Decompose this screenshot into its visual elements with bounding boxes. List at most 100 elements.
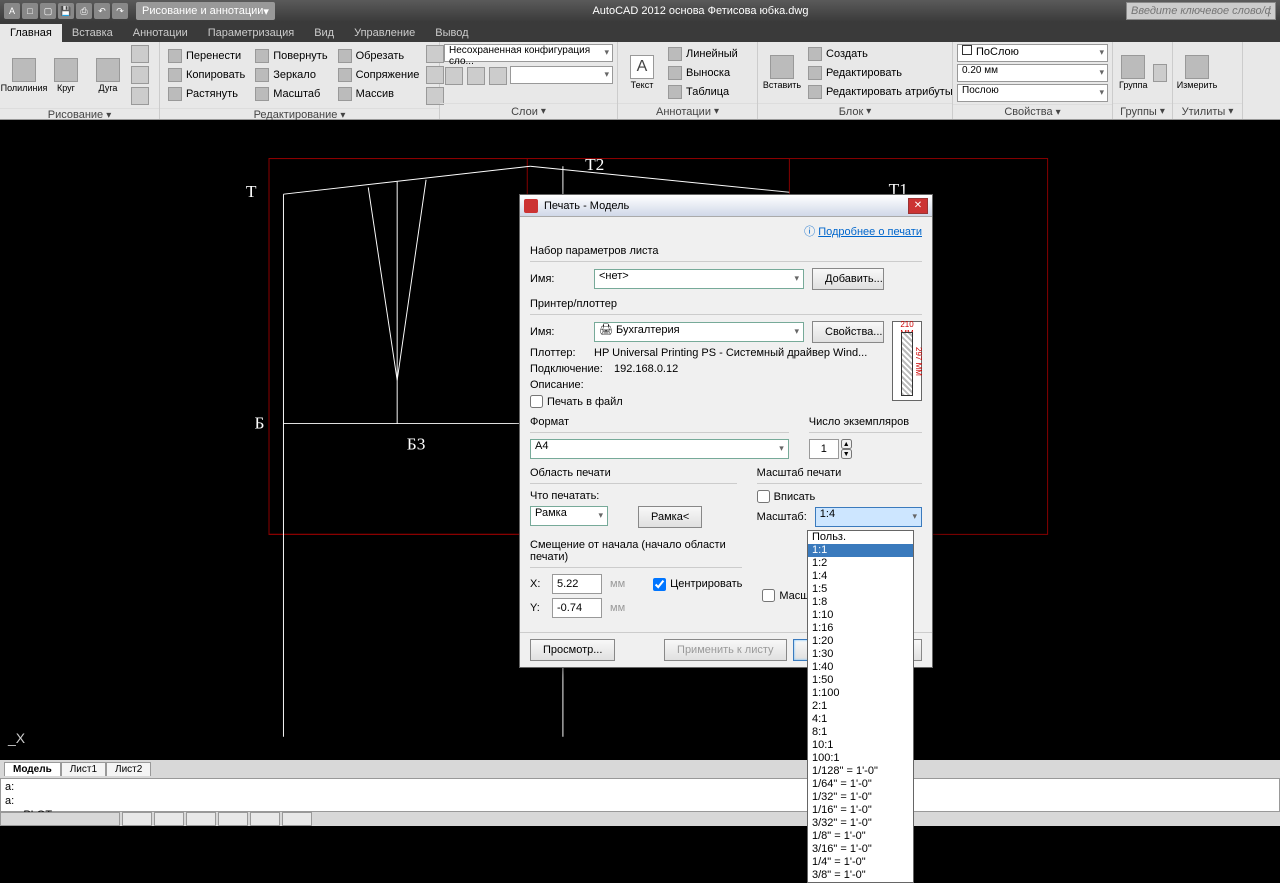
text-button[interactable]: AТекст <box>622 53 662 92</box>
scale-option[interactable]: 4:1 <box>808 713 913 726</box>
scale-option[interactable]: 100:1 <box>808 752 913 765</box>
copies-input[interactable] <box>809 439 839 459</box>
plot-area-combo[interactable]: Рамка <box>530 506 608 526</box>
scale-combo[interactable]: 1:4 <box>815 507 922 527</box>
fillet-button[interactable]: Сопряжение <box>334 66 424 84</box>
paper-format-combo[interactable]: A4 <box>530 439 789 459</box>
scale-option[interactable]: 8:1 <box>808 726 913 739</box>
layer-combo[interactable] <box>510 66 613 84</box>
y-offset-input[interactable] <box>552 598 602 618</box>
fit-checkbox[interactable]: Вписать <box>757 490 922 503</box>
status-toggle[interactable] <box>122 812 152 826</box>
copies-down-button[interactable]: ▼ <box>841 449 852 459</box>
tab-insert[interactable]: Вставка <box>62 24 123 42</box>
circle-button[interactable]: Круг <box>46 56 86 95</box>
group-button[interactable]: Группа <box>1117 53 1150 92</box>
status-toggle[interactable] <box>282 812 312 826</box>
layer-icon[interactable] <box>467 67 485 85</box>
scale-option[interactable]: 1:40 <box>808 661 913 674</box>
copies-up-button[interactable]: ▲ <box>841 439 852 449</box>
status-toggle[interactable] <box>218 812 248 826</box>
scale-option[interactable]: 1:5 <box>808 583 913 596</box>
tab-output[interactable]: Вывод <box>425 24 478 42</box>
preview-button[interactable]: Просмотр... <box>530 639 615 661</box>
stretch-button[interactable]: Растянуть <box>164 85 249 103</box>
rotate-button[interactable]: Повернуть <box>251 47 331 65</box>
tab-parametric[interactable]: Параметризация <box>198 24 304 42</box>
print-icon[interactable]: ⎙ <box>76 3 92 19</box>
scale-option[interactable]: 1:1 <box>808 544 913 557</box>
save-icon[interactable]: 💾 <box>58 3 74 19</box>
scale-dropdown-list[interactable]: Польз.1:11:21:41:51:81:101:161:201:301:4… <box>807 530 914 883</box>
color-combo[interactable]: ПоСлою <box>957 44 1108 62</box>
new-icon[interactable]: □ <box>22 3 38 19</box>
scale-option[interactable]: 1:4 <box>808 570 913 583</box>
center-checkbox[interactable]: Центрировать <box>653 578 742 591</box>
draw-tool-icon[interactable] <box>131 66 149 84</box>
tab-manage[interactable]: Управление <box>344 24 425 42</box>
table-button[interactable]: Таблица <box>664 83 742 101</box>
scale-option[interactable]: 3/16" = 1'-0" <box>808 843 913 856</box>
scale-option[interactable]: 10:1 <box>808 739 913 752</box>
undo-icon[interactable]: ↶ <box>94 3 110 19</box>
command-line[interactable]: а: а: а: _PLOT <box>0 778 1280 812</box>
scale-option[interactable]: 1:50 <box>808 674 913 687</box>
scale-button[interactable]: Масштаб <box>251 85 331 103</box>
scale-option[interactable]: 3/8" = 1'-0" <box>808 869 913 882</box>
block-edit-button[interactable]: Редактировать <box>804 64 957 82</box>
scale-option[interactable]: 1/128" = 1'-0" <box>808 765 913 778</box>
app-menu-icon[interactable]: A <box>4 3 20 19</box>
scale-option[interactable]: 1:20 <box>808 635 913 648</box>
group-tool-icon[interactable] <box>1153 64 1167 82</box>
tab-view[interactable]: Вид <box>304 24 344 42</box>
move-button[interactable]: Перенести <box>164 47 249 65</box>
scale-option[interactable]: 1/32" = 1'-0" <box>808 791 913 804</box>
close-icon[interactable]: ✕ <box>908 198 928 214</box>
measure-button[interactable]: Измерить <box>1177 53 1217 92</box>
scale-option[interactable]: 1:10 <box>808 609 913 622</box>
scale-option[interactable]: 1/16" = 1'-0" <box>808 804 913 817</box>
scale-option[interactable]: Польз. <box>808 531 913 544</box>
printer-combo[interactable]: 🖨 Бухгалтерия <box>594 322 804 342</box>
scale-option[interactable]: 1:16 <box>808 622 913 635</box>
redo-icon[interactable]: ↷ <box>112 3 128 19</box>
array-button[interactable]: Массив <box>334 85 424 103</box>
linear-dim-button[interactable]: Линейный <box>664 45 742 63</box>
block-attrib-button[interactable]: Редактировать атрибуты <box>804 83 957 101</box>
copy-button[interactable]: Копировать <box>164 66 249 84</box>
draw-tool-icon[interactable] <box>131 87 149 105</box>
scale-option[interactable]: 2:1 <box>808 700 913 713</box>
layer-icon[interactable] <box>489 67 507 85</box>
scale-option[interactable]: 3/32" = 1'-0" <box>808 817 913 830</box>
dialog-title-bar[interactable]: Печать - Модель ✕ <box>520 195 932 217</box>
help-link[interactable]: Подробнее о печати <box>818 226 922 238</box>
scale-option[interactable]: 1/4" = 1'-0" <box>808 856 913 869</box>
linetype-combo[interactable]: Послою <box>957 84 1108 102</box>
mirror-button[interactable]: Зеркало <box>251 66 331 84</box>
plot-to-file-checkbox[interactable]: Печать в файл <box>530 395 884 408</box>
leader-button[interactable]: Выноска <box>664 64 742 82</box>
scale-option[interactable]: 1:8 <box>808 596 913 609</box>
tab-home[interactable]: Главная <box>0 24 62 42</box>
scale-option[interactable]: 1:30 <box>808 648 913 661</box>
arc-button[interactable]: Дуга <box>88 56 128 95</box>
help-search-input[interactable] <box>1126 2 1276 20</box>
polyline-button[interactable]: Полилиния <box>4 56 44 95</box>
layout2-tab[interactable]: Лист2 <box>106 762 151 776</box>
block-create-button[interactable]: Создать <box>804 45 957 63</box>
workspace-selector[interactable]: Рисование и аннотации ▾ <box>136 2 275 20</box>
window-button[interactable]: Рамка< <box>638 506 702 528</box>
lineweight-combo[interactable]: 0.20 мм <box>957 64 1108 82</box>
model-tab[interactable]: Модель <box>4 762 61 776</box>
tab-annotate[interactable]: Аннотации <box>123 24 198 42</box>
layer-state-combo[interactable]: Несохраненная конфигурация сло... <box>444 44 613 62</box>
status-toggle[interactable] <box>186 812 216 826</box>
insert-block-button[interactable]: Вставить <box>762 53 802 92</box>
scale-option[interactable]: 1/64" = 1'-0" <box>808 778 913 791</box>
add-page-setup-button[interactable]: Добавить... <box>812 268 884 290</box>
draw-tool-icon[interactable] <box>131 45 149 63</box>
scale-option[interactable]: 1:100 <box>808 687 913 700</box>
scale-option[interactable]: 1:2 <box>808 557 913 570</box>
open-icon[interactable]: ▢ <box>40 3 56 19</box>
printer-props-button[interactable]: Свойства... <box>812 321 884 343</box>
